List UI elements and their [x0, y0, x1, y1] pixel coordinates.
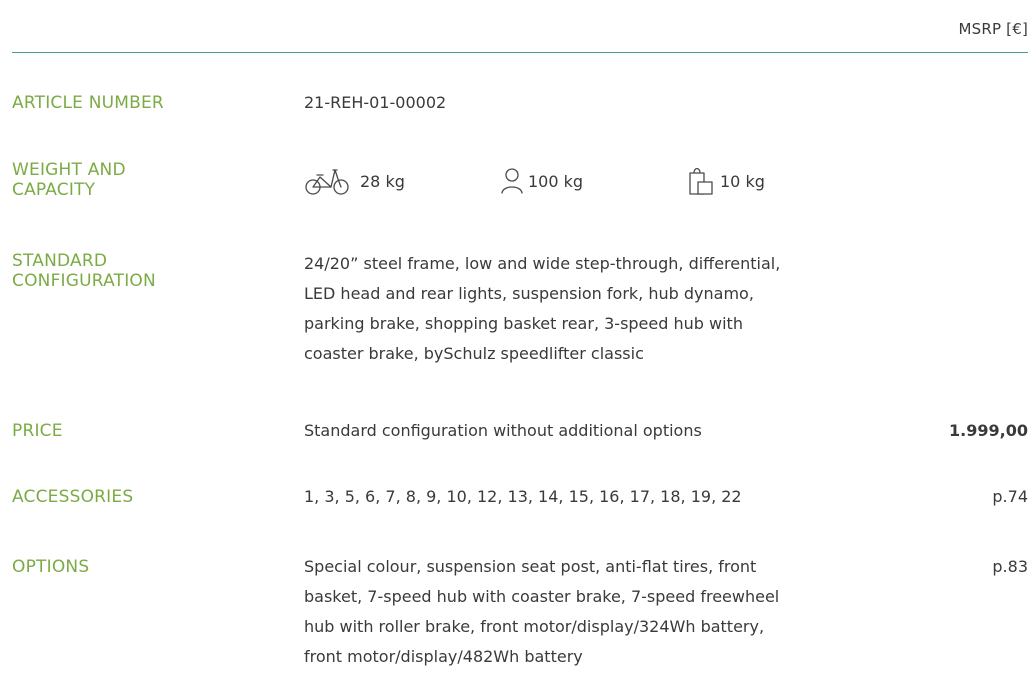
weight-capacity-label: WEIGHT AND CAPACITY: [12, 160, 242, 200]
bicycle-icon: [305, 169, 349, 195]
price-amount: 1.999,00: [949, 421, 1028, 440]
accessories-label: ACCESSORIES: [12, 487, 134, 507]
weight-capacity-label-line2: CAPACITY: [12, 180, 96, 200]
standard-configuration-text: 24/20” steel frame, low and wide step-th…: [304, 249, 864, 369]
standard-configuration-line: 24/20” steel frame, low and wide step-th…: [304, 254, 781, 273]
bike-weight-value: 28 kg: [360, 171, 405, 191]
bike-weight: 28 kg: [304, 166, 405, 196]
options-line: Special colour, suspension seat post, an…: [304, 557, 757, 576]
person-icon: [501, 168, 523, 194]
options-text: Special colour, suspension seat post, an…: [304, 552, 864, 672]
accessories-page-ref: p.74: [992, 487, 1028, 506]
options-line: basket, 7-speed hub with coaster brake, …: [304, 587, 780, 606]
standard-configuration-label: STANDARD CONFIGURATION: [12, 251, 242, 291]
options-line: hub with roller brake, front motor/displ…: [304, 617, 765, 636]
options-line: front motor/display/482Wh battery: [304, 647, 583, 666]
luggage-capacity: 10 kg: [688, 166, 765, 196]
article-number-value: 21-REH-01-00002: [304, 93, 447, 112]
rider-capacity-value: 100 kg: [528, 171, 584, 191]
standard-configuration-line: LED head and rear lights, suspension for…: [304, 284, 754, 303]
accessories-list: 1, 3, 5, 6, 7, 8, 9, 10, 12, 13, 14, 15,…: [304, 487, 742, 506]
standard-configuration-line: parking brake, shopping basket rear, 3-s…: [304, 314, 743, 333]
msrp-header: MSRP [€]: [958, 20, 1028, 38]
options-page-ref: p.83: [992, 557, 1028, 576]
luggage-capacity-value: 10 kg: [720, 171, 765, 191]
weight-capacity-label-line1: WEIGHT AND: [12, 160, 126, 180]
standard-configuration-line: coaster brake, bySchulz speedlifter clas…: [304, 344, 644, 363]
price-label: PRICE: [12, 421, 63, 441]
price-description: Standard configuration without additiona…: [304, 421, 702, 440]
rider-capacity: 100 kg: [500, 166, 583, 196]
bag-icon: [689, 167, 713, 195]
header-divider: [12, 52, 1028, 53]
options-label: OPTIONS: [12, 557, 90, 577]
standard-configuration-label-line2: CONFIGURATION: [12, 271, 156, 291]
standard-configuration-label-line1: STANDARD: [12, 251, 108, 271]
article-number-label: ARTICLE NUMBER: [12, 93, 164, 113]
